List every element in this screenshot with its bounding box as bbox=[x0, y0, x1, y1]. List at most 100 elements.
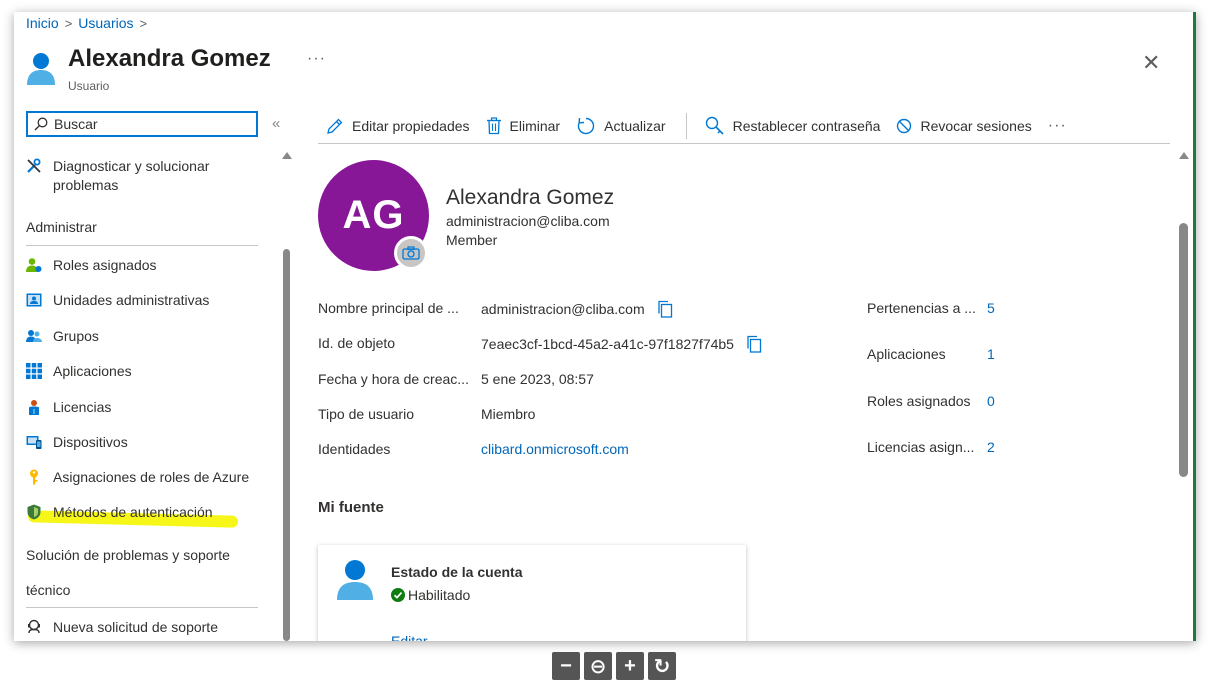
stat-apps-value[interactable]: 1 bbox=[987, 346, 995, 362]
nav-item-label: Unidades administrativas bbox=[53, 292, 210, 308]
main-scrollbar-thumb[interactable] bbox=[1179, 223, 1188, 477]
nav-item-label: Diagnosticar y solucionar problemas bbox=[53, 158, 210, 193]
nav-scroll-up-arrow[interactable] bbox=[282, 152, 292, 159]
refresh-label: Actualizar bbox=[604, 118, 666, 134]
user-icon bbox=[337, 560, 373, 600]
nav-item-groups[interactable]: Grupos bbox=[26, 327, 99, 346]
revoke-sessions-button[interactable]: Revocar sesiones bbox=[896, 118, 1032, 134]
created-value: 5 ene 2023, 08:57 bbox=[481, 371, 594, 387]
breadcrumb-home[interactable]: Inicio bbox=[26, 15, 59, 31]
license-icon bbox=[26, 399, 42, 415]
nav-divider bbox=[26, 607, 258, 608]
pencil-icon bbox=[327, 118, 343, 134]
nav-item-diagnose[interactable]: Diagnosticar y solucionar problemas bbox=[26, 157, 233, 195]
user-panel: Inicio > Usuarios > Alexandra Gomez Usua… bbox=[14, 12, 1196, 641]
usertype-label: Tipo de usuario bbox=[318, 406, 414, 422]
toolbar-divider bbox=[318, 143, 1170, 144]
upn-label: Nombre principal de ... bbox=[318, 300, 459, 316]
account-status-text: Habilitado bbox=[408, 587, 471, 603]
key-icon bbox=[26, 469, 42, 485]
feed-title: Mi fuente bbox=[318, 499, 384, 516]
refresh-button[interactable]: Actualizar bbox=[576, 116, 666, 136]
nav-item-licenses[interactable]: Licencias bbox=[26, 398, 111, 417]
account-status-card: Estado de la cuenta Habilitado Editar bbox=[318, 545, 746, 641]
stat-roles-label: Roles asignados bbox=[867, 393, 971, 409]
profile-name: Alexandra Gomez bbox=[446, 186, 615, 209]
usertype-value: Miembro bbox=[481, 406, 536, 422]
close-button[interactable]: ✕ bbox=[1142, 50, 1160, 76]
groups-icon bbox=[26, 328, 42, 344]
stat-licenses-value[interactable]: 2 bbox=[987, 439, 995, 455]
more-commands-icon[interactable]: ··· bbox=[1048, 117, 1067, 135]
breadcrumb-users[interactable]: Usuarios bbox=[78, 15, 133, 31]
nav-section-support-cont: técnico bbox=[26, 582, 71, 598]
nav-item-roles[interactable]: Roles asignados bbox=[26, 256, 157, 275]
identities-label: Identidades bbox=[318, 441, 391, 457]
more-options-icon[interactable]: ··· bbox=[307, 50, 326, 68]
search-input[interactable]: Buscar bbox=[26, 111, 258, 137]
collapse-nav-button[interactable]: « bbox=[272, 115, 280, 132]
change-photo-button[interactable] bbox=[394, 236, 428, 270]
revoke-sessions-label: Revocar sesiones bbox=[920, 118, 1032, 134]
zoom-in-button[interactable]: + bbox=[616, 652, 644, 680]
nav-item-label: Aplicaciones bbox=[53, 363, 132, 379]
main-scroll-up-arrow[interactable] bbox=[1179, 152, 1189, 159]
nav-item-label: Roles asignados bbox=[53, 257, 157, 273]
reset-password-button[interactable]: Restablecer contraseña bbox=[705, 116, 881, 136]
edit-properties-label: Editar propiedades bbox=[352, 118, 470, 134]
nav-item-label: Licencias bbox=[53, 399, 112, 415]
user-icon bbox=[27, 53, 55, 85]
account-status-value: Habilitado bbox=[391, 587, 470, 603]
objectid-value-row: 7eaec3cf-1bcd-45a2-a41c-97f1827f74b5 bbox=[481, 335, 762, 353]
account-edit-link[interactable]: Editar bbox=[391, 633, 428, 641]
admin-unit-icon bbox=[26, 292, 42, 308]
objectid-label: Id. de objeto bbox=[318, 335, 396, 351]
delete-button[interactable]: Eliminar bbox=[486, 117, 561, 135]
edit-properties-button[interactable]: Editar propiedades bbox=[326, 117, 470, 135]
nav-divider bbox=[26, 245, 258, 246]
user-role-icon bbox=[26, 257, 42, 273]
rotate-button[interactable]: ↻ bbox=[648, 652, 676, 680]
apps-grid-icon bbox=[26, 363, 42, 379]
created-label: Fecha y hora de creac... bbox=[318, 371, 469, 387]
nav-item-devices[interactable]: Dispositivos bbox=[26, 433, 128, 452]
page-subtitle: Usuario bbox=[68, 79, 110, 93]
nav-item-auth-methods[interactable]: Métodos de autenticación bbox=[26, 503, 213, 522]
stat-apps-label: Aplicaciones bbox=[867, 346, 946, 362]
upn-value: administracion@cliba.com bbox=[481, 301, 645, 317]
identities-link[interactable]: clibard.onmicrosoft.com bbox=[481, 441, 629, 457]
nav-section-support: Solución de problemas y soporte bbox=[26, 547, 230, 563]
objectid-value: 7eaec3cf-1bcd-45a2-a41c-97f1827f74b5 bbox=[481, 336, 734, 352]
breadcrumb: Inicio > Usuarios > bbox=[26, 15, 147, 31]
camera-icon bbox=[402, 246, 420, 260]
stat-memberships-value[interactable]: 5 bbox=[987, 300, 995, 316]
search-placeholder: Buscar bbox=[54, 116, 98, 132]
zoom-controls: − ⊖ + ↻ bbox=[552, 652, 676, 680]
block-icon bbox=[897, 118, 912, 134]
stat-roles-value[interactable]: 0 bbox=[987, 393, 995, 409]
account-status-title: Estado de la cuenta bbox=[391, 564, 523, 580]
delete-label: Eliminar bbox=[509, 118, 561, 134]
nav-item-azure-roles[interactable]: Asignaciones de roles de Azure bbox=[26, 468, 249, 487]
nav-item-label: Grupos bbox=[53, 328, 99, 344]
nav-section-admin: Administrar bbox=[26, 219, 97, 235]
key-search-icon bbox=[705, 116, 724, 135]
reset-password-label: Restablecer contraseña bbox=[732, 118, 881, 134]
nav-item-label: Nueva solicitud de soporte bbox=[53, 619, 218, 635]
profile-type: Member bbox=[446, 232, 498, 248]
stat-memberships-label: Pertenencias a ... bbox=[867, 300, 976, 316]
nav-item-admin-units[interactable]: Unidades administrativas bbox=[26, 291, 209, 310]
search-icon bbox=[34, 117, 48, 131]
copy-icon[interactable] bbox=[746, 335, 762, 353]
zoom-reset-button[interactable]: ⊖ bbox=[584, 652, 612, 680]
nav-item-new-support[interactable]: Nueva solicitud de soporte bbox=[26, 618, 218, 637]
wrench-icon bbox=[26, 158, 42, 174]
copy-icon[interactable] bbox=[657, 300, 673, 318]
command-bar: Editar propiedades Eliminar Actualizar R… bbox=[326, 113, 1067, 139]
nav-item-apps[interactable]: Aplicaciones bbox=[26, 362, 132, 381]
support-icon bbox=[26, 619, 42, 635]
zoom-out-button[interactable]: − bbox=[552, 652, 580, 680]
shield-icon bbox=[26, 504, 42, 520]
nav-scrollbar-thumb[interactable] bbox=[283, 249, 290, 641]
toolbar-separator bbox=[685, 113, 687, 139]
